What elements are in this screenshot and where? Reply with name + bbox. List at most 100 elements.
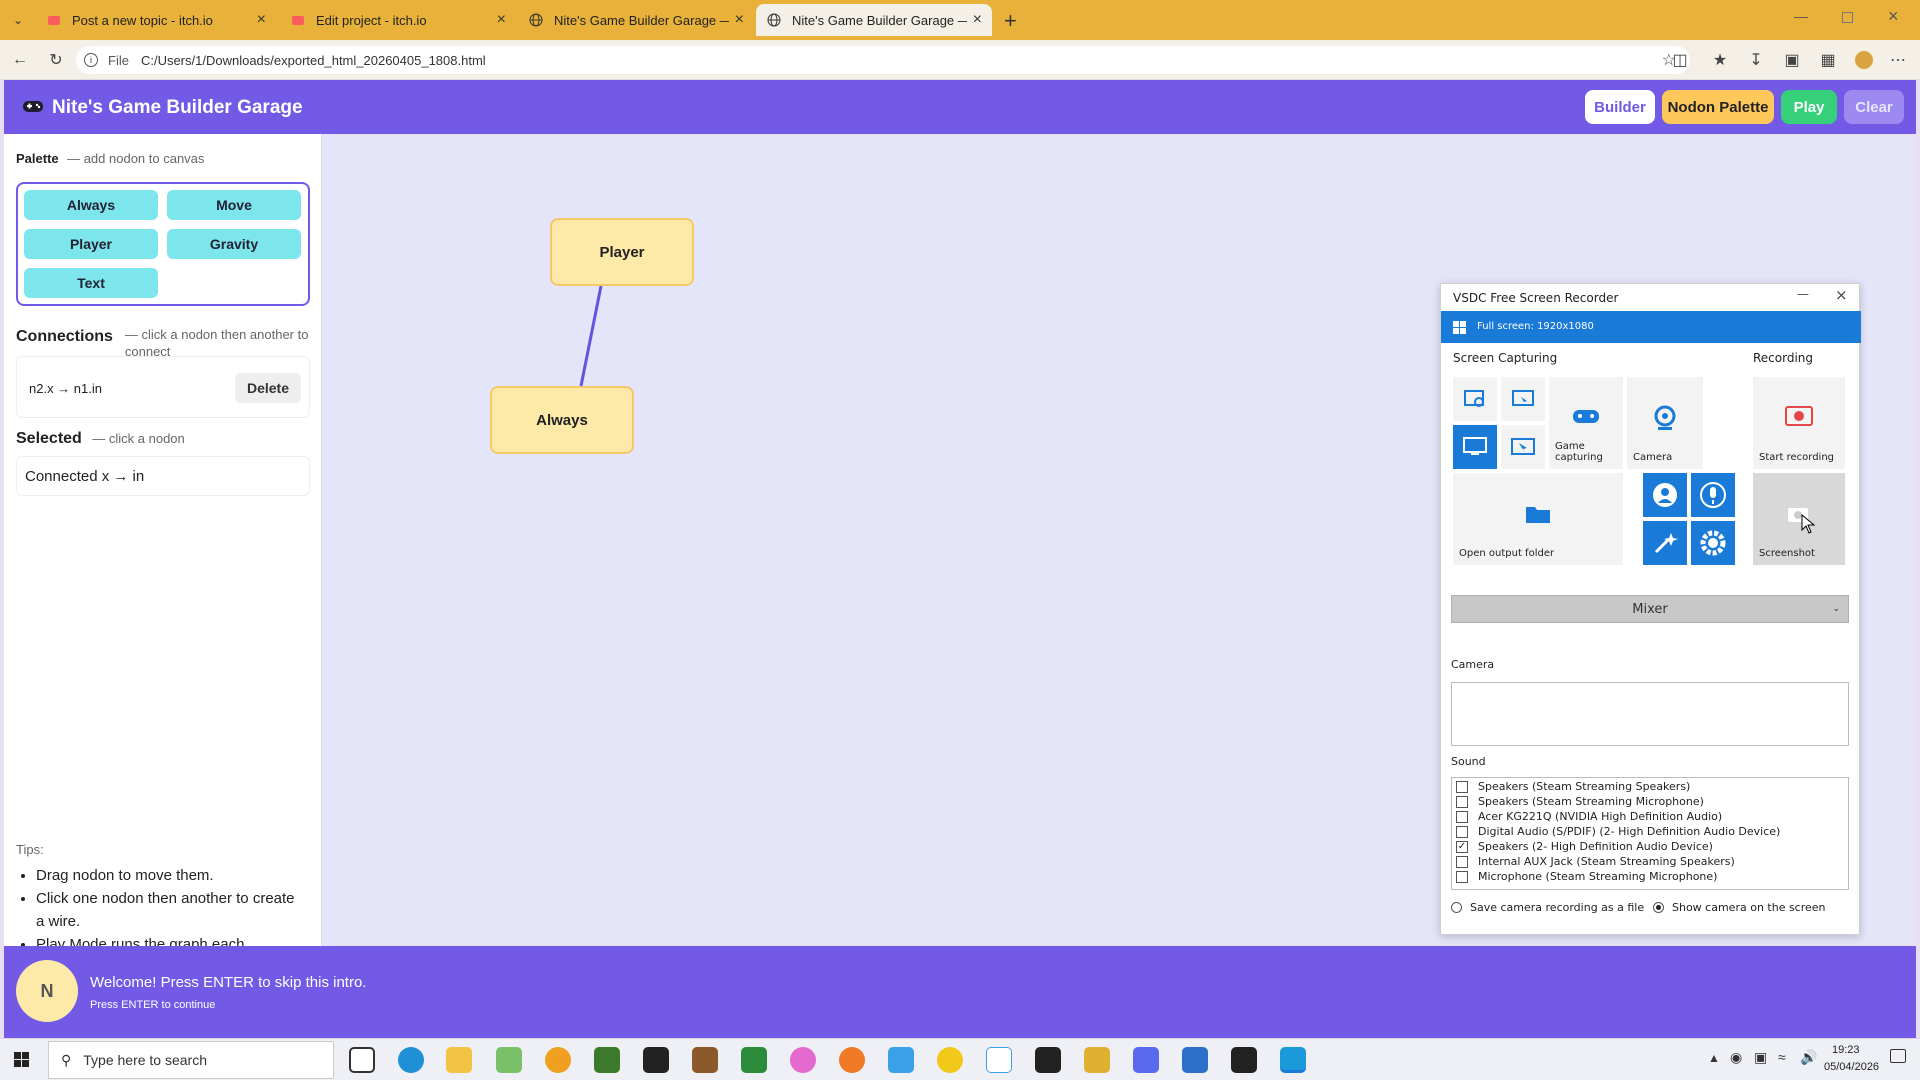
- roblox-icon[interactable]: [1231, 1047, 1257, 1073]
- microphone-tile[interactable]: [1691, 473, 1735, 517]
- volume-icon[interactable]: 🔊: [1800, 1049, 1817, 1066]
- close-icon[interactable]: ×: [735, 11, 744, 29]
- app-paint-icon[interactable]: [888, 1047, 914, 1073]
- app-blue-square-icon[interactable]: [1133, 1047, 1159, 1073]
- tab-nite-fix[interactable]: Nite's Game Builder Garage — Fix ×: [756, 4, 992, 36]
- app-brown-icon[interactable]: [692, 1047, 718, 1073]
- extensions-icon[interactable]: ◫: [1668, 48, 1692, 72]
- checkbox-checked[interactable]: ✓: [1456, 840, 1468, 853]
- sound-device-row[interactable]: Internal AUX Jack (Steam Streaming Speak…: [1456, 855, 1735, 868]
- sound-device-row[interactable]: Digital Audio (S/PDIF) (2- High Definiti…: [1456, 825, 1780, 838]
- url-text[interactable]: C:/Users/1/Downloads/exported_html_20260…: [141, 53, 486, 68]
- tab-nite-de[interactable]: Nite's Game Builder Garage — De ×: [518, 4, 754, 36]
- task-view-icon[interactable]: [349, 1047, 375, 1073]
- play-button[interactable]: Play: [1781, 90, 1837, 124]
- app-outlook-icon[interactable]: [1182, 1047, 1208, 1073]
- radio-save-camera[interactable]: Save camera recording as a file: [1451, 901, 1644, 914]
- blender-icon[interactable]: [839, 1047, 865, 1073]
- start-windows-icon[interactable]: [14, 1052, 30, 1073]
- tab-edit-project[interactable]: Edit project - itch.io ×: [280, 4, 516, 36]
- app-yellow-icon[interactable]: [937, 1047, 963, 1073]
- settings-tile[interactable]: [1691, 521, 1735, 565]
- checkbox[interactable]: [1456, 795, 1468, 808]
- sound-device-row[interactable]: Speakers (Steam Streaming Speakers): [1456, 780, 1690, 793]
- clear-button[interactable]: Clear: [1844, 90, 1904, 124]
- checkbox[interactable]: [1456, 810, 1468, 823]
- tab-post-topic[interactable]: Post a new topic - itch.io ×: [36, 4, 276, 36]
- close-icon[interactable]: ×: [257, 11, 266, 29]
- radio-show-camera[interactable]: Show camera on the screen: [1653, 901, 1826, 914]
- window-close-icon[interactable]: ×: [1888, 6, 1899, 27]
- edge-browser-icon[interactable]: [398, 1047, 424, 1073]
- terminal-icon[interactable]: [1035, 1047, 1061, 1073]
- capture-fullscreen-tile[interactable]: [1453, 425, 1497, 469]
- radio-button-selected[interactable]: [1653, 902, 1664, 913]
- capture-area-tile[interactable]: [1453, 377, 1497, 421]
- tab-actions-chevron-icon[interactable]: ⌄: [8, 10, 28, 30]
- open-output-folder-tile[interactable]: Open output folder: [1453, 473, 1623, 565]
- palette-item-player[interactable]: Player: [24, 229, 158, 259]
- screenshot-tile[interactable]: Screenshot: [1753, 473, 1845, 565]
- close-icon[interactable]: ×: [973, 11, 982, 29]
- file-explorer-icon[interactable]: [446, 1047, 472, 1073]
- app-green-bar-icon[interactable]: [741, 1047, 767, 1073]
- palette-item-text[interactable]: Text: [24, 268, 158, 298]
- capture-follow-tile[interactable]: [1501, 425, 1545, 469]
- recorder-minimize-icon[interactable]: —: [1797, 287, 1809, 301]
- new-tab-plus-icon[interactable]: +: [1004, 8, 1017, 34]
- effects-tile[interactable]: [1643, 521, 1687, 565]
- minimize-icon[interactable]: —: [1794, 8, 1808, 24]
- clock-date[interactable]: 05/04/2026: [1824, 1061, 1879, 1073]
- notification-icon[interactable]: [1890, 1049, 1906, 1063]
- tray-chevron-icon[interactable]: ▲: [1708, 1051, 1720, 1065]
- capture-mode-bar[interactable]: Full screen: 1920x1080: [1441, 311, 1861, 343]
- downloads-icon[interactable]: ↧: [1744, 48, 1768, 72]
- builder-button[interactable]: Builder: [1585, 90, 1655, 124]
- checkbox[interactable]: [1456, 825, 1468, 838]
- start-recording-tile[interactable]: Start recording: [1753, 377, 1845, 469]
- refresh-icon[interactable]: ↻: [44, 48, 68, 72]
- palette-item-gravity[interactable]: Gravity: [167, 229, 301, 259]
- copilot-icon[interactable]: [790, 1047, 816, 1073]
- recorder-close-icon[interactable]: ×: [1835, 286, 1848, 304]
- mixer-dropdown[interactable]: Mixer ⌄: [1451, 595, 1849, 623]
- back-arrow-icon[interactable]: ←: [8, 48, 32, 72]
- restore-icon[interactable]: [1842, 12, 1853, 23]
- code-editor-icon[interactable]: [986, 1047, 1012, 1073]
- overlay-user-tile[interactable]: [1643, 473, 1687, 517]
- checkbox[interactable]: [1456, 870, 1468, 883]
- camera-tile[interactable]: Camera: [1627, 377, 1703, 469]
- sound-device-row[interactable]: ✓ Speakers (2- High Definition Audio Devi…: [1456, 840, 1713, 853]
- vsdc-recorder-taskbar-icon[interactable]: [1280, 1047, 1306, 1073]
- checkbox[interactable]: [1456, 780, 1468, 793]
- nodon-palette-button[interactable]: Nodon Palette: [1662, 90, 1774, 124]
- network-icon[interactable]: ◉: [1730, 1049, 1742, 1066]
- welcome-banner[interactable]: N Welcome! Press ENTER to skip this intr…: [4, 946, 1916, 1038]
- app-green-leaf-icon[interactable]: [496, 1047, 522, 1073]
- address-bar[interactable]: i File C:/Users/1/Downloads/exported_htm…: [76, 46, 1690, 74]
- node-player[interactable]: Player: [550, 218, 694, 286]
- palette-item-always[interactable]: Always: [24, 190, 158, 220]
- node-always[interactable]: Always: [490, 386, 634, 454]
- radio-button[interactable]: [1451, 902, 1462, 913]
- favorites-icon[interactable]: ★: [1708, 48, 1732, 72]
- checkbox[interactable]: [1456, 855, 1468, 868]
- more-menu-icon[interactable]: ⋯: [1886, 48, 1910, 72]
- capture-window-tile[interactable]: [1501, 377, 1545, 421]
- game-capturing-tile[interactable]: Game capturing: [1549, 377, 1623, 469]
- sound-device-row[interactable]: Speakers (Steam Streaming Microphone): [1456, 795, 1704, 808]
- app-orange-b-icon[interactable]: [545, 1047, 571, 1073]
- taskbar-search-box[interactable]: ⚲ Type here to search: [48, 1041, 334, 1079]
- app-dark-icon[interactable]: [643, 1047, 669, 1073]
- wifi-icon[interactable]: ≈: [1778, 1049, 1786, 1065]
- close-icon[interactable]: ×: [497, 11, 506, 29]
- profile-avatar-icon[interactable]: [1852, 48, 1876, 72]
- sound-device-row[interactable]: Microphone (Steam Streaming Microphone): [1456, 870, 1717, 883]
- clock-time[interactable]: 19:23: [1832, 1044, 1860, 1056]
- minecraft-icon[interactable]: [594, 1047, 620, 1073]
- palette-item-move[interactable]: Move: [167, 190, 301, 220]
- collections-icon[interactable]: ▦: [1816, 48, 1840, 72]
- tray-app-icon[interactable]: ▣: [1754, 1049, 1767, 1066]
- sound-device-row[interactable]: Acer KG221Q (NVIDIA High Definition Audi…: [1456, 810, 1722, 823]
- screen-cast-icon[interactable]: ▣: [1780, 48, 1804, 72]
